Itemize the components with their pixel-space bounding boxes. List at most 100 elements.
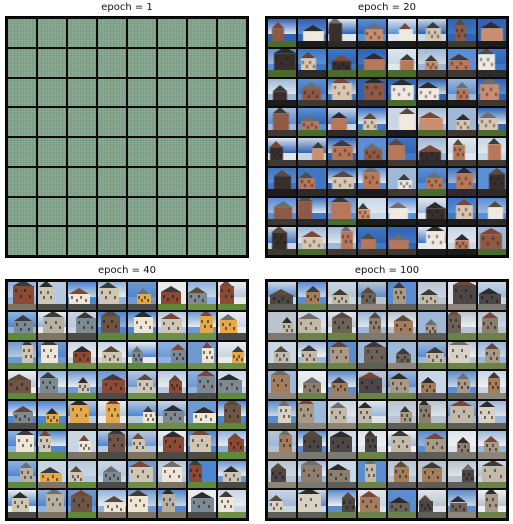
panel-title: epoch = 40 <box>98 265 156 276</box>
sample-image <box>478 138 506 166</box>
sample-image <box>478 78 506 107</box>
sample-image <box>218 227 246 255</box>
sample-image <box>418 401 446 429</box>
sample-image <box>268 227 296 255</box>
sample-image <box>388 430 416 459</box>
sample-image <box>448 282 476 310</box>
sample-image <box>478 341 506 370</box>
sample-image <box>298 108 326 136</box>
sample-image <box>418 48 446 77</box>
sample-image <box>478 167 506 196</box>
sample-image <box>268 460 296 489</box>
sample-image <box>128 311 156 340</box>
sample-image <box>8 490 36 518</box>
sample-image <box>218 430 246 459</box>
sample-image <box>188 227 216 255</box>
sample-image <box>8 167 36 196</box>
sample-image <box>218 401 246 429</box>
sample-image <box>328 19 356 47</box>
sample-image <box>218 371 246 399</box>
sample-image <box>328 341 356 370</box>
sample-image <box>158 311 186 340</box>
sample-image <box>418 78 446 107</box>
sample-image <box>188 490 216 518</box>
sample-image <box>448 167 476 196</box>
sample-image <box>298 167 326 196</box>
sample-image <box>388 341 416 370</box>
sample-image <box>68 78 96 107</box>
sample-image <box>128 490 156 518</box>
sample-image <box>358 401 386 429</box>
sample-image <box>8 311 36 340</box>
sample-image <box>268 490 296 518</box>
sample-image <box>158 282 186 310</box>
sample-image <box>98 371 126 399</box>
sample-image <box>8 430 36 459</box>
sample-image <box>358 371 386 399</box>
sample-image <box>8 341 36 370</box>
sample-image <box>128 19 156 47</box>
sample-image <box>158 48 186 77</box>
sample-image <box>448 197 476 226</box>
sample-image <box>98 48 126 77</box>
sample-image <box>128 401 156 429</box>
sample-image <box>8 460 36 489</box>
sample-image <box>68 341 96 370</box>
sample-image <box>188 371 216 399</box>
sample-image <box>328 48 356 77</box>
panel-title: epoch = 100 <box>354 265 420 276</box>
sample-image <box>388 401 416 429</box>
sample-image <box>8 197 36 226</box>
sample-image <box>218 78 246 107</box>
sample-image <box>418 282 446 310</box>
image-grid <box>5 16 249 258</box>
sample-image <box>448 490 476 518</box>
sample-image <box>158 138 186 166</box>
sample-image <box>328 371 356 399</box>
sample-image <box>98 311 126 340</box>
sample-image <box>418 311 446 340</box>
sample-image <box>448 311 476 340</box>
sample-image <box>388 138 416 166</box>
sample-image <box>448 19 476 47</box>
sample-image <box>158 167 186 196</box>
sample-image <box>388 108 416 136</box>
sample-image <box>298 227 326 255</box>
sample-image <box>218 167 246 196</box>
image-grid <box>265 16 509 258</box>
sample-image <box>158 108 186 136</box>
sample-image <box>128 167 156 196</box>
sample-image <box>418 227 446 255</box>
sample-image <box>38 78 66 107</box>
sample-image <box>158 490 186 518</box>
sample-image <box>38 19 66 47</box>
sample-image <box>478 371 506 399</box>
sample-image <box>328 197 356 226</box>
panel-epoch-20: epoch = 20 <box>265 2 509 258</box>
sample-image <box>188 138 216 166</box>
sample-image <box>218 341 246 370</box>
sample-image <box>38 282 66 310</box>
sample-image <box>68 371 96 399</box>
sample-image <box>8 227 36 255</box>
sample-image <box>188 167 216 196</box>
sample-image <box>448 341 476 370</box>
sample-image <box>448 78 476 107</box>
sample-image <box>478 282 506 310</box>
sample-image <box>418 167 446 196</box>
sample-image <box>188 460 216 489</box>
sample-image <box>128 197 156 226</box>
sample-image <box>128 430 156 459</box>
sample-image <box>418 460 446 489</box>
sample-image <box>128 371 156 399</box>
sample-image <box>448 430 476 459</box>
sample-image <box>478 401 506 429</box>
sample-image <box>98 167 126 196</box>
sample-image <box>358 341 386 370</box>
sample-image <box>478 311 506 340</box>
sample-image <box>448 138 476 166</box>
sample-image <box>98 401 126 429</box>
sample-image <box>218 19 246 47</box>
sample-image <box>388 19 416 47</box>
sample-image <box>268 138 296 166</box>
